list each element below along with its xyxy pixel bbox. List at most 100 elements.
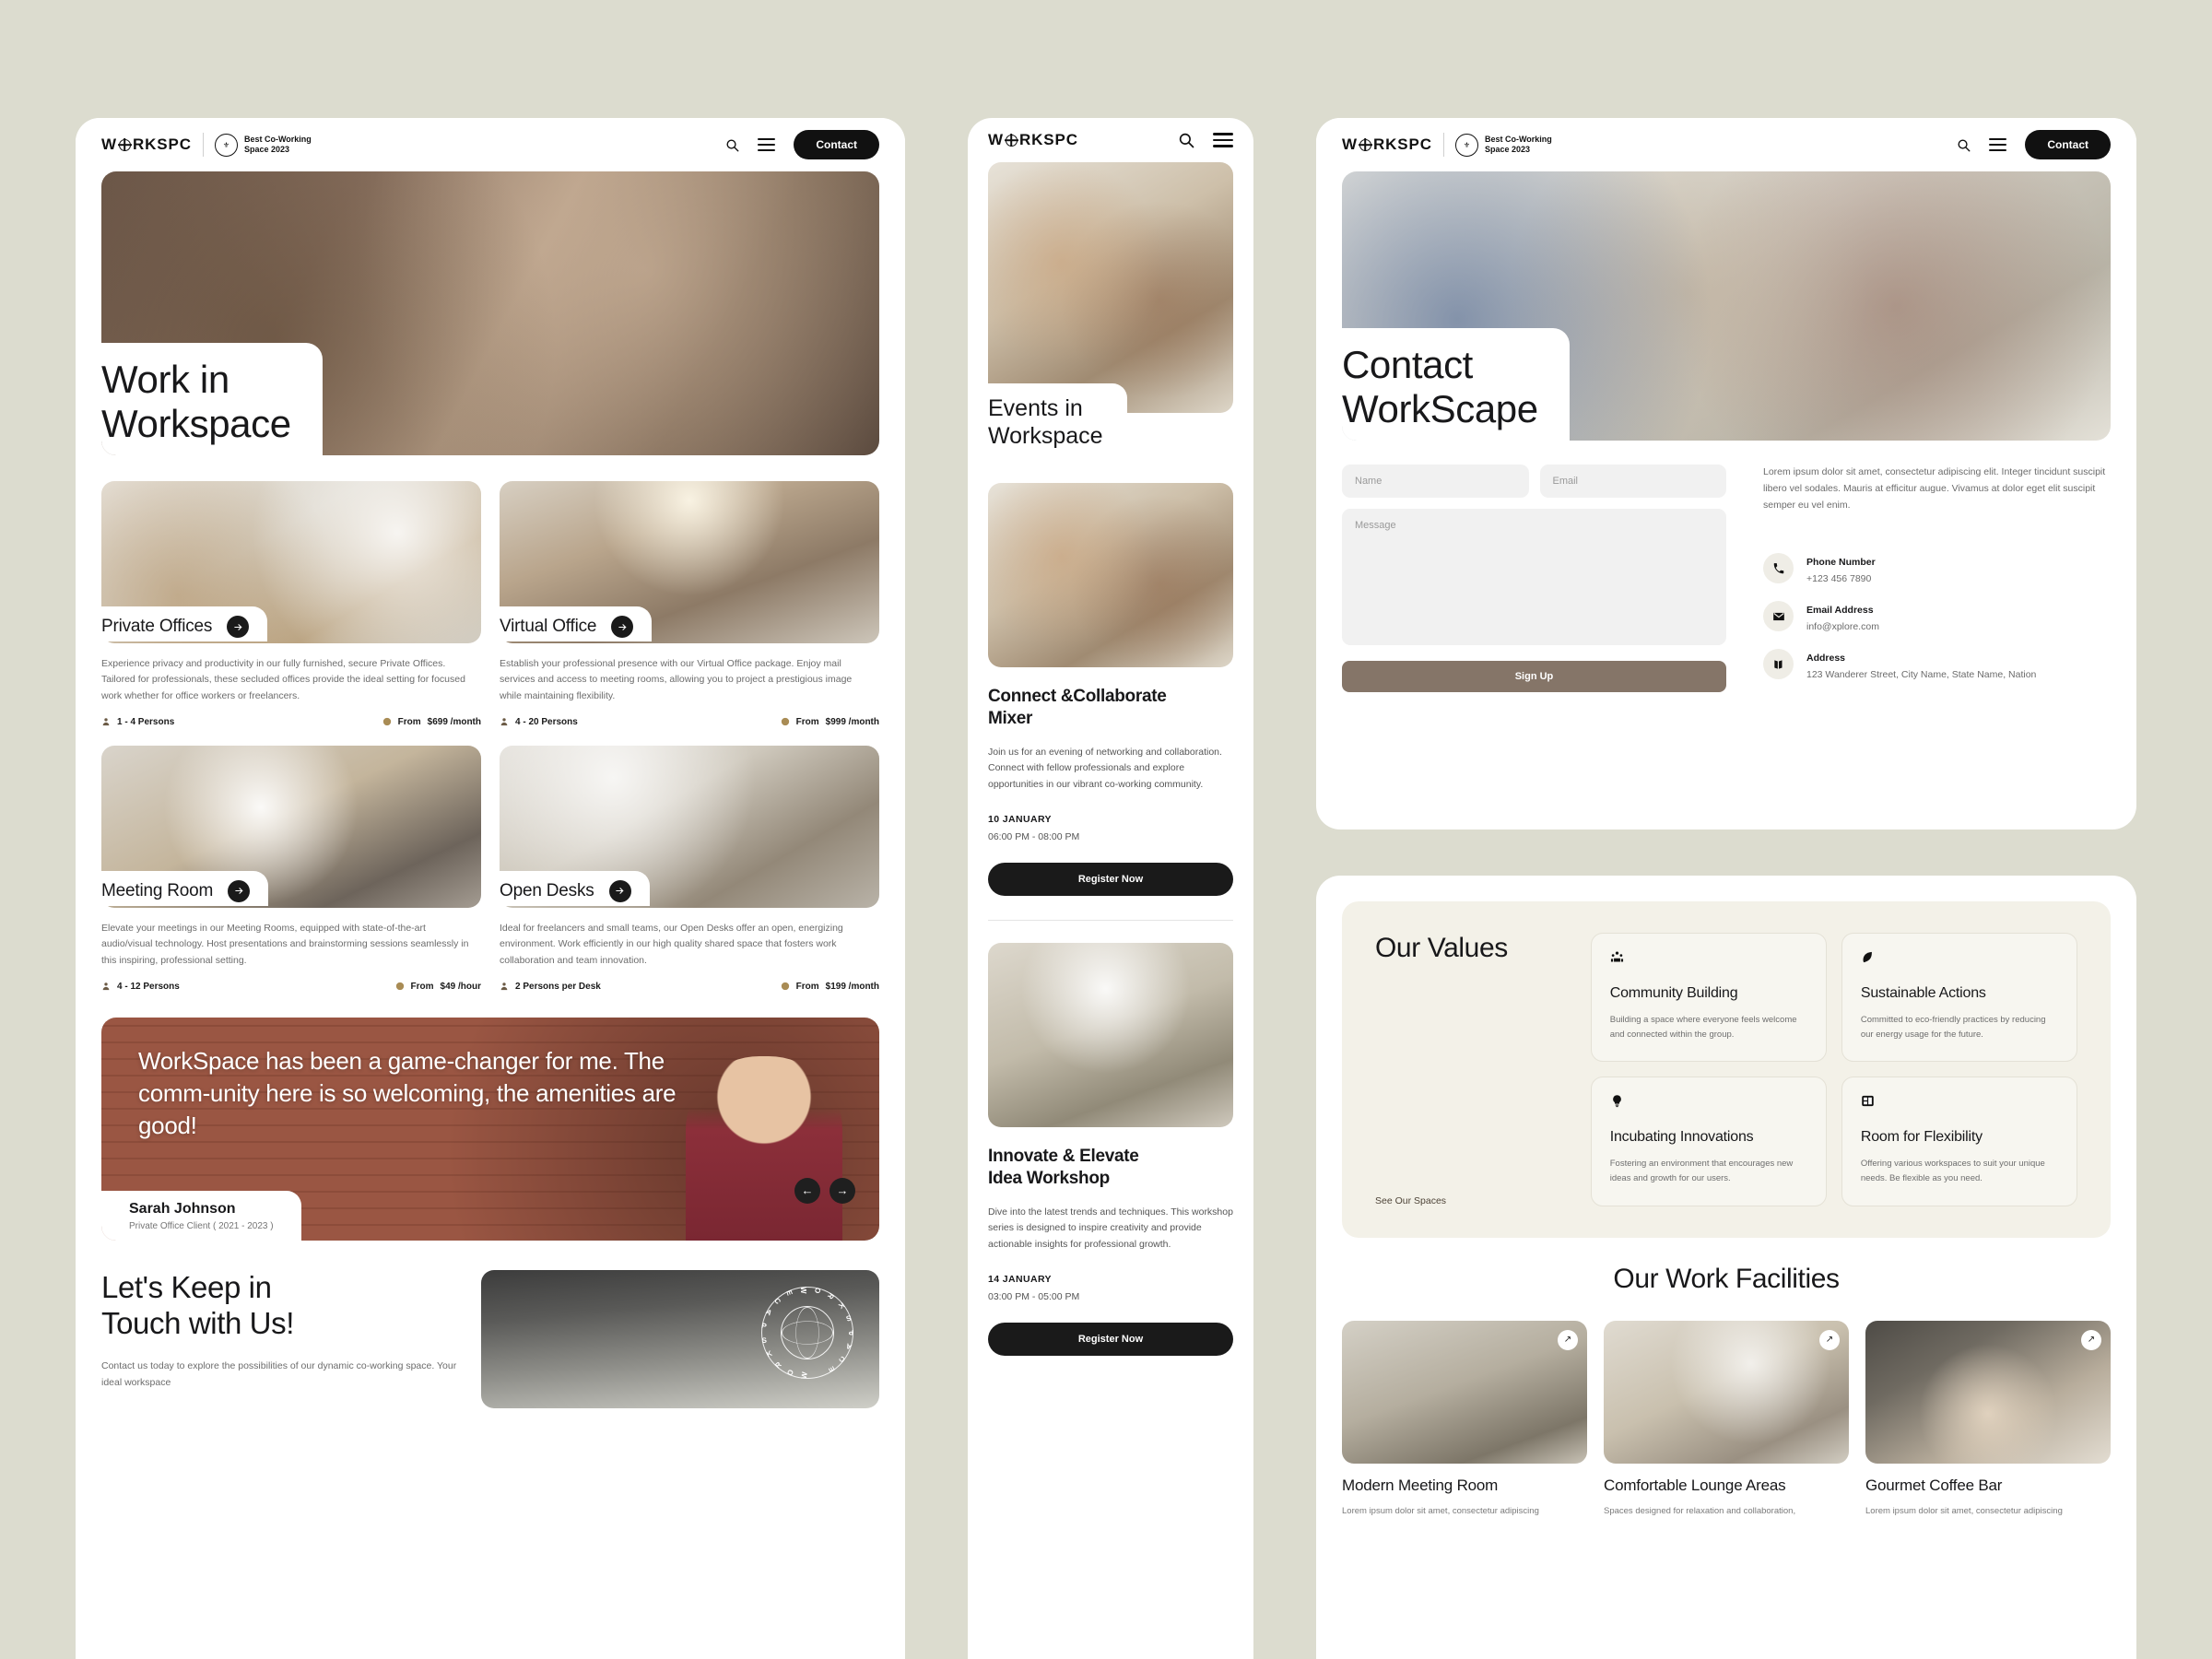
- arrow-up-right-icon[interactable]: ↗: [1558, 1329, 1578, 1350]
- laurel-seal-icon: ⚜: [214, 133, 238, 157]
- value-card[interactable]: Community Building Building a space wher…: [1590, 933, 1827, 1063]
- hamburger-menu-icon[interactable]: [1213, 133, 1233, 147]
- facility-description: Lorem ipsum dolor sit amet, consectetur …: [1342, 1505, 1539, 1516]
- contact-detail-label: Email Address: [1806, 604, 1874, 616]
- search-icon[interactable]: [1178, 132, 1194, 148]
- person-icon: [500, 718, 508, 726]
- award-badge: ⚜ Best Co-Working Space 2023: [214, 133, 312, 157]
- contact-button[interactable]: Contact: [2025, 130, 2111, 159]
- award-badge: ⚜ Best Co-Working Space 2023: [1454, 133, 1552, 157]
- contact-info: Lorem ipsum dolor sit amet, consectetur …: [1763, 465, 2111, 692]
- message-field[interactable]: [1342, 509, 1726, 645]
- search-icon[interactable]: [1957, 138, 1971, 152]
- service-card[interactable]: Open Desks Ideal for freelancers and sma…: [500, 745, 879, 992]
- contact-nav-actions: Contact: [1957, 130, 2111, 159]
- keep-in-touch-title: Let's Keep in Touch with Us!: [101, 1269, 294, 1340]
- contact-detail-item: Address 123 Wanderer Street, City Name, …: [1763, 649, 2111, 680]
- value-name: Sustainable Actions: [1860, 985, 1986, 1001]
- hamburger-menu-icon[interactable]: [1989, 138, 2007, 151]
- value-card[interactable]: Room for Flexibility Offering various wo…: [1841, 1077, 2077, 1206]
- contact-detail-label: Address: [1806, 652, 1846, 664]
- service-header: Private Offices: [101, 606, 268, 641]
- facility-card[interactable]: ↗ Modern Meeting Room Lorem ipsum dolor …: [1342, 1320, 1587, 1519]
- keep-in-touch-section: Let's Keep in Touch with Us! Contact us …: [101, 1269, 879, 1408]
- contact-hero-title: Contact WorkScape: [1342, 328, 1570, 441]
- service-capacity: 2 Persons per Desk: [500, 982, 601, 992]
- brand-name-before: W: [101, 135, 117, 153]
- service-card[interactable]: Meeting Room Elevate your meetings in ou…: [101, 745, 481, 992]
- search-icon[interactable]: [725, 138, 739, 152]
- hamburger-menu-icon[interactable]: [758, 138, 776, 151]
- brand-logo[interactable]: W RKSPC ⚜ Best Co-Working Space 2023: [1342, 133, 1552, 157]
- brand-logo[interactable]: W RKSPC: [988, 131, 1078, 149]
- service-header: Open Desks: [500, 870, 650, 906]
- facility-card[interactable]: ↗ Comfortable Lounge Areas Spaces design…: [1604, 1320, 1849, 1519]
- service-description: Elevate your meetings in our Meeting Roo…: [101, 922, 469, 966]
- value-name: Room for Flexibility: [1860, 1129, 1983, 1146]
- value-description: Committed to eco-friendly practices by r…: [1860, 1015, 2046, 1041]
- service-header: Meeting Room: [101, 870, 269, 906]
- contact-detail-value: 123 Wanderer Street, City Name, State Na…: [1806, 668, 2037, 680]
- sign-up-button[interactable]: Sign Up: [1342, 661, 1726, 692]
- arrow-up-right-icon[interactable]: ↗: [1819, 1329, 1840, 1350]
- arrow-right-icon[interactable]: [611, 616, 634, 638]
- brand-logo[interactable]: W RKSPC ⚜ Best Co-Working Space 2023: [101, 133, 312, 157]
- brand-wordmark: W RKSPC: [988, 131, 1078, 149]
- people-group-icon: [1610, 950, 1807, 971]
- contact-detail-value[interactable]: +123 456 7890: [1806, 573, 1876, 584]
- value-card[interactable]: Incubating Innovations Fostering an envi…: [1590, 1077, 1827, 1206]
- service-capacity: 4 - 12 Persons: [101, 982, 180, 992]
- arrow-right-icon[interactable]: →: [830, 1177, 855, 1204]
- globe-icon: [118, 138, 131, 151]
- event-title: Innovate & Elevate Idea Workshop: [988, 1147, 1139, 1188]
- contact-form: Sign Up: [1342, 465, 1726, 692]
- arrow-right-icon[interactable]: [227, 616, 250, 638]
- globe-icon: [1005, 134, 1018, 147]
- value-name: Incubating Innovations: [1609, 1129, 1754, 1146]
- service-price: From $49 /hour: [395, 982, 481, 992]
- service-card[interactable]: Virtual Office Establish your profession…: [500, 481, 879, 727]
- event-description: Join us for an evening of networking and…: [988, 746, 1222, 791]
- testimonial-card: WorkSpace has been a game-changer for me…: [101, 1017, 879, 1241]
- award-badge-text: Best Co-Working Space 2023: [1485, 135, 1552, 155]
- facilities-grid: ↗ Modern Meeting Room Lorem ipsum dolor …: [1342, 1320, 2111, 1519]
- home-hero-title: Work in Workspace: [101, 343, 323, 455]
- keep-in-touch-image: WORKSPACE WORKSPACE: [481, 1269, 879, 1408]
- contact-detail-item: Phone Number +123 456 7890: [1763, 553, 2111, 584]
- arrow-up-right-icon[interactable]: ↗: [2081, 1329, 2101, 1350]
- register-now-button[interactable]: Register Now: [988, 1323, 1233, 1357]
- workspace-seal-icon: WORKSPACE WORKSPACE: [760, 1287, 853, 1380]
- facility-card[interactable]: ↗ Gourmet Coffee Bar Lorem ipsum dolor s…: [1865, 1320, 2111, 1519]
- value-card[interactable]: Sustainable Actions Committed to eco-fri…: [1841, 933, 2077, 1063]
- arrow-right-icon[interactable]: [608, 879, 631, 902]
- laurel-seal-icon: ⚜: [1454, 133, 1478, 157]
- award-line-2: Space 2023: [1484, 145, 1531, 154]
- arrow-right-icon[interactable]: [228, 879, 251, 902]
- contact-detail-text: Email Address info@xplore.com: [1806, 601, 1879, 632]
- contact-detail-value[interactable]: info@xplore.com: [1806, 621, 1879, 632]
- facility-image: ↗: [1342, 1320, 1587, 1464]
- coin-icon: [382, 718, 391, 726]
- brand-name-before: W: [1342, 135, 1358, 153]
- brand-divider: [202, 133, 204, 157]
- facility-image: ↗: [1865, 1320, 2111, 1464]
- envelope-icon: [1763, 601, 1794, 632]
- keep-in-touch-desc: Contact us today to explore the possibil…: [101, 1359, 457, 1388]
- brand-name-before: W: [988, 131, 1004, 148]
- contact-button[interactable]: Contact: [794, 130, 879, 159]
- award-line-1: Best Co-Working: [243, 135, 312, 144]
- value-description: Building a space where everyone feels we…: [1609, 1015, 1797, 1041]
- phone-icon: [1763, 553, 1794, 584]
- arrow-left-icon[interactable]: ←: [794, 1177, 820, 1204]
- name-field[interactable]: [1342, 465, 1529, 498]
- brand-wordmark: W RKSPC: [101, 135, 192, 154]
- award-line-1: Best Co-Working: [1484, 135, 1552, 144]
- events-hero: Events in Workspace: [968, 162, 1253, 461]
- register-now-button[interactable]: Register Now: [988, 863, 1233, 897]
- see-our-spaces-link[interactable]: See Our Spaces: [1375, 1195, 1565, 1206]
- event-divider: [988, 920, 1233, 922]
- service-card[interactable]: Private Offices Experience privacy and p…: [101, 481, 481, 727]
- service-title: Virtual Office: [500, 617, 597, 636]
- contact-form-row: [1342, 465, 1726, 498]
- email-field[interactable]: [1539, 465, 1726, 498]
